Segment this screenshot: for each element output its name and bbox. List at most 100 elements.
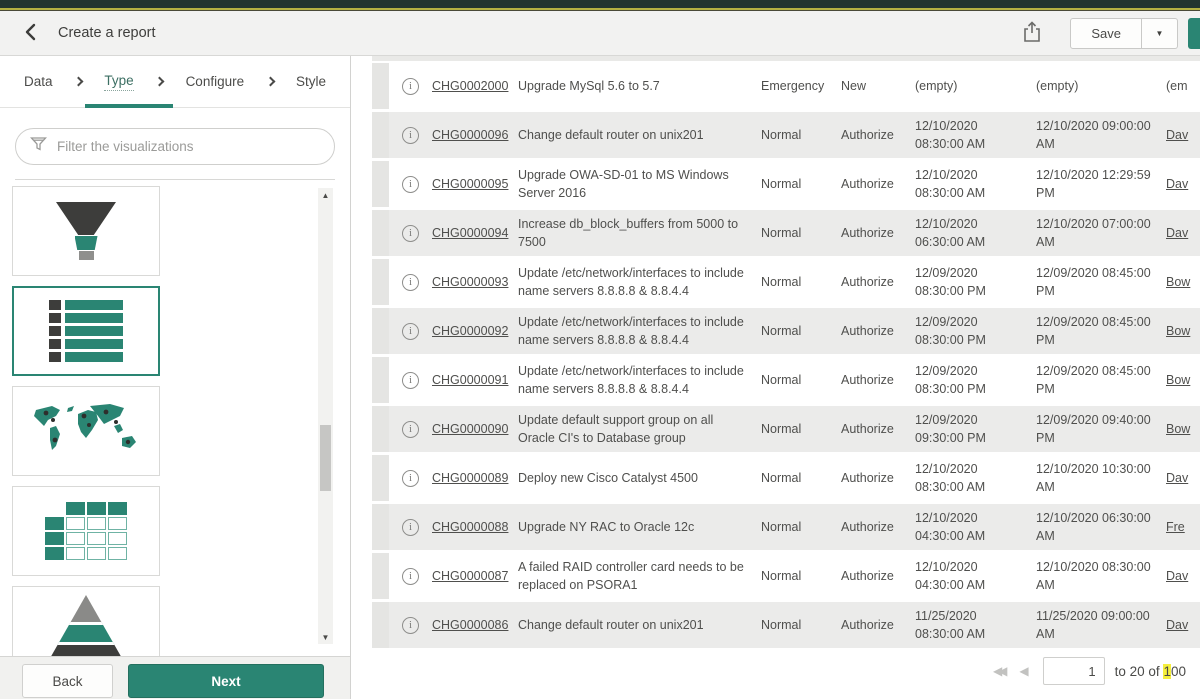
change-number-link[interactable]: CHG0000086 <box>432 618 508 632</box>
viz-card-pyramid[interactable] <box>12 586 160 656</box>
scroll-up-icon[interactable]: ▲ <box>318 188 333 202</box>
panel-footer: Back Next <box>0 656 350 699</box>
row-edge-strip <box>372 357 389 403</box>
info-icon[interactable]: i <box>402 421 419 438</box>
assigned-to-cell-truncated[interactable]: (em <box>1166 63 1200 109</box>
chevron-down-icon: ▼ <box>1156 29 1164 38</box>
save-dropdown-button[interactable]: ▼ <box>1142 18 1178 49</box>
state-cell: Authorize <box>841 357 915 403</box>
viz-list-scrollbar[interactable]: ▲ ▼ <box>318 188 333 644</box>
viz-card-funnel[interactable] <box>12 186 160 276</box>
state-cell: New <box>841 63 915 109</box>
change-number-link[interactable]: CHG0000087 <box>432 569 508 583</box>
change-number-link[interactable]: CHG0000089 <box>432 471 508 485</box>
planned-start-cell: (empty) <box>915 63 1036 109</box>
short-description-cell: Increase db_block_buffers from 5000 to 7… <box>518 210 761 256</box>
info-icon[interactable]: i <box>402 274 419 291</box>
step-data[interactable]: Data <box>24 74 53 89</box>
planned-start-cell: 12/10/2020 08:30:00 AM <box>915 112 1036 158</box>
table-row: i CHG0002000 Upgrade MySql 5.6 to 5.7 Em… <box>372 63 1200 109</box>
priority-cell: Normal <box>761 308 841 354</box>
state-cell: Authorize <box>841 504 915 550</box>
change-number-link[interactable]: CHG0000091 <box>432 373 508 387</box>
step-style[interactable]: Style <box>296 74 326 89</box>
pagination-total: 00 <box>1171 664 1186 679</box>
funnel-chart-icon <box>56 202 116 260</box>
info-icon[interactable]: i <box>402 323 419 340</box>
assigned-to-cell-truncated[interactable]: Bow <box>1166 357 1200 403</box>
save-button[interactable]: Save <box>1070 18 1142 49</box>
change-number-link[interactable]: CHG0000094 <box>432 226 508 240</box>
assigned-to-cell-truncated[interactable]: Dav <box>1166 161 1200 207</box>
info-icon[interactable]: i <box>402 519 419 536</box>
change-number-link[interactable]: CHG0002000 <box>432 79 508 93</box>
change-number-link[interactable]: CHG0000093 <box>432 275 508 289</box>
planned-start-cell: 12/09/2020 08:30:00 PM <box>915 357 1036 403</box>
assigned-to-cell-truncated[interactable]: Bow <box>1166 308 1200 354</box>
run-button-partial[interactable] <box>1188 18 1200 49</box>
change-number-link[interactable]: CHG0000090 <box>432 422 508 436</box>
planned-start-cell: 12/10/2020 04:30:00 AM <box>915 504 1036 550</box>
assigned-to-cell-truncated[interactable]: Dav <box>1166 112 1200 158</box>
assigned-to-cell-truncated[interactable]: Bow <box>1166 406 1200 452</box>
table-row: i CHG0000094 Increase db_block_buffers f… <box>372 210 1200 256</box>
assigned-to-cell-truncated[interactable]: Bow <box>1166 259 1200 305</box>
table-row: i CHG0000093 Update /etc/network/interfa… <box>372 259 1200 305</box>
change-number-link[interactable]: CHG0000088 <box>432 520 508 534</box>
short-description-cell: Upgrade MySql 5.6 to 5.7 <box>518 63 761 109</box>
planned-end-cell: 12/10/2020 10:30:00 AM <box>1036 455 1166 501</box>
state-cell: Authorize <box>841 308 915 354</box>
planned-start-cell: 12/09/2020 09:30:00 PM <box>915 406 1036 452</box>
priority-cell: Normal <box>761 553 841 599</box>
page-number-input[interactable] <box>1043 657 1105 685</box>
planned-start-cell: 12/10/2020 08:30:00 AM <box>915 161 1036 207</box>
table-row: i CHG0000091 Update /etc/network/interfa… <box>372 357 1200 403</box>
assigned-to-cell-truncated[interactable]: Dav <box>1166 553 1200 599</box>
heatmap-chart-icon <box>45 502 127 560</box>
step-separator-chevron-icon <box>74 77 84 87</box>
list-chart-icon <box>49 300 123 362</box>
pagination-total-highlight: 1 <box>1163 664 1171 679</box>
visualization-list: ▲ ▼ <box>0 180 350 656</box>
back-button[interactable] <box>18 20 44 46</box>
assigned-to-cell-truncated[interactable]: Dav <box>1166 455 1200 501</box>
change-number-link[interactable]: CHG0000095 <box>432 177 508 191</box>
viz-card-world-map[interactable] <box>12 386 160 476</box>
row-edge-strip <box>372 455 389 501</box>
change-number-link[interactable]: CHG0000092 <box>432 324 508 338</box>
assigned-to-cell-truncated[interactable]: Dav <box>1166 602 1200 648</box>
planned-end-cell: 12/09/2020 08:45:00 PM <box>1036 308 1166 354</box>
info-icon[interactable]: i <box>402 568 419 585</box>
first-page-icon[interactable]: ◀◀ <box>989 664 1007 678</box>
info-icon[interactable]: i <box>402 127 419 144</box>
table-row: i CHG0000089 Deploy new Cisco Catalyst 4… <box>372 455 1200 501</box>
info-icon[interactable]: i <box>402 225 419 242</box>
scrollbar-thumb[interactable] <box>320 425 331 491</box>
info-icon[interactable]: i <box>402 617 419 634</box>
previous-page-icon[interactable]: ◀ <box>1015 664 1032 678</box>
info-icon[interactable]: i <box>402 470 419 487</box>
assigned-to-cell-truncated[interactable]: Fre <box>1166 504 1200 550</box>
report-type-panel: Data Type Configure Style <box>0 56 351 699</box>
assigned-to-cell-truncated[interactable]: Dav <box>1166 210 1200 256</box>
priority-cell: Normal <box>761 455 841 501</box>
short-description-cell: Upgrade OWA-SD-01 to MS Windows Server 2… <box>518 161 761 207</box>
viz-card-list[interactable] <box>12 286 160 376</box>
step-configure[interactable]: Configure <box>186 74 245 89</box>
filter-input[interactable] <box>57 139 320 154</box>
row-edge-strip <box>372 63 389 109</box>
wizard-back-button[interactable]: Back <box>22 664 113 698</box>
wizard-next-button[interactable]: Next <box>128 664 324 698</box>
change-number-link[interactable]: CHG0000096 <box>432 128 508 142</box>
info-icon[interactable]: i <box>402 372 419 389</box>
share-button[interactable] <box>1022 20 1042 47</box>
viz-card-heatmap[interactable] <box>12 486 160 576</box>
report-header: Create a report Save ▼ <box>0 11 1200 56</box>
info-icon[interactable]: i <box>402 176 419 193</box>
step-type[interactable]: Type <box>104 73 133 91</box>
table-header-sliver <box>372 56 1200 61</box>
state-cell: Authorize <box>841 112 915 158</box>
planned-end-cell: (empty) <box>1036 63 1166 109</box>
scroll-down-icon[interactable]: ▼ <box>318 630 333 644</box>
info-icon[interactable]: i <box>402 78 419 95</box>
